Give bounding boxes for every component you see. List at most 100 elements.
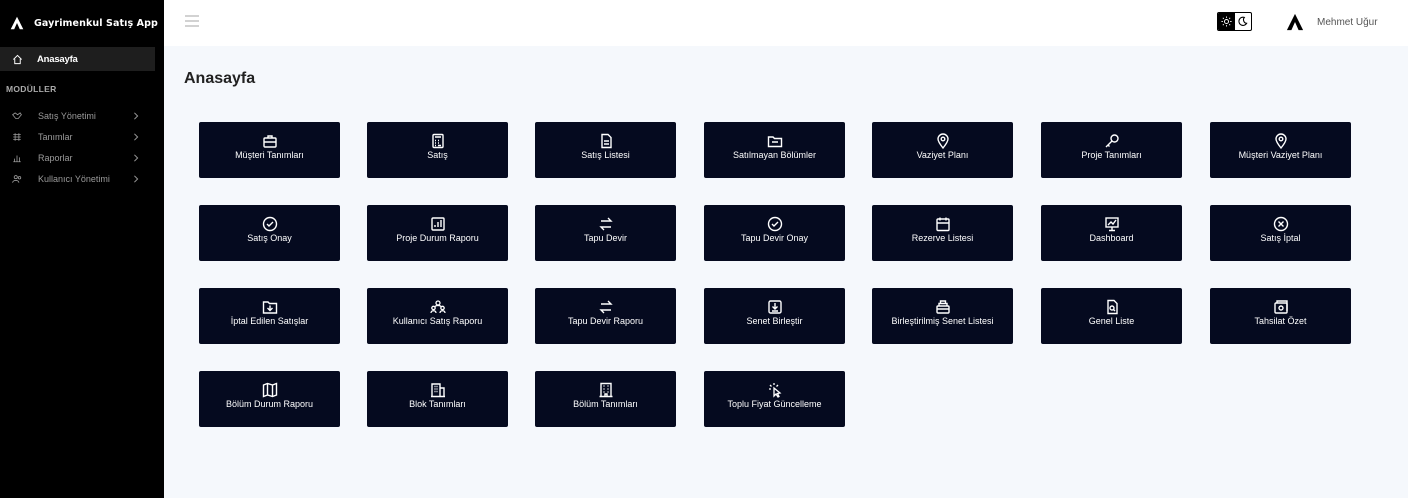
folder-download-icon [262, 301, 277, 314]
tile-label: Satış Onay [247, 233, 292, 243]
building-icon [599, 382, 612, 398]
tile-dashboard[interactable]: Dashboard [1041, 205, 1182, 261]
merge-download-icon [767, 300, 782, 314]
tile-label: Birleştirilmiş Senet Listesi [891, 316, 994, 326]
tile-kullanici-satis-raporu[interactable]: Kullanıcı Satış Raporu [367, 288, 508, 344]
bar-chart-icon [430, 217, 445, 231]
key-icon [1105, 134, 1119, 148]
tile-satis-onay[interactable]: Satış Onay [199, 205, 340, 261]
tile-label: Senet Birleştir [746, 316, 803, 326]
tile-label: Vaziyet Planı [916, 150, 969, 160]
sidebar: Gayrimenkul Satış App Anasayfa MODÜLLER … [0, 0, 164, 498]
presentation-chart-icon [1104, 217, 1119, 232]
tile-label: Satılmayan Bölümler [732, 150, 817, 160]
check-circle-icon [767, 216, 782, 232]
sidebar-section-title: MODÜLLER [6, 84, 57, 94]
tile-label: Dashboard [1089, 233, 1134, 243]
sidebar-item-satis-yonetimi[interactable]: Satış Yönetimi [0, 105, 164, 126]
sidebar-item-label: Satış Yönetimi [38, 110, 96, 121]
sidebar-item-kullanici-yonetimi[interactable]: Kullanıcı Yönetimi [0, 168, 164, 189]
tile-proje-tanimlari[interactable]: Proje Tanımları [1041, 122, 1182, 178]
hamburger-menu-icon[interactable] [185, 15, 199, 27]
tile-vaziyet-plani[interactable]: Vaziyet Planı [872, 122, 1013, 178]
document-search-icon [1106, 299, 1118, 315]
home-icon [13, 54, 22, 64]
tile-label: Satış Listesi [581, 150, 630, 160]
money-icon [1273, 300, 1288, 314]
app-title: Gayrimenkul Satış App [34, 17, 158, 29]
tile-tapu-devir-onay[interactable]: Tapu Devir Onay [704, 205, 845, 261]
top-bar: Mehmet Uğur [164, 0, 1408, 46]
tile-label: Tapu Devir Onay [740, 233, 809, 243]
tile-proje-durum-raporu[interactable]: Proje Durum Raporu [367, 205, 508, 261]
tile-label: Müşteri Tanımları [235, 150, 304, 160]
tile-iptal-edilen-satislar[interactable]: İptal Edilen Satışlar [199, 288, 340, 344]
tile-musteri-tanimlari[interactable]: Müşteri Tanımları [199, 122, 340, 178]
tile-tahsilat-ozet[interactable]: Tahsilat Özet [1210, 288, 1351, 344]
tile-label: Satış [427, 150, 448, 160]
tile-label: Tapu Devir [583, 233, 628, 243]
sidebar-item-label: Kullanıcı Yönetimi [38, 173, 110, 184]
moon-icon [1238, 16, 1248, 26]
sidebar-item-label: Tanımlar [38, 131, 73, 142]
sidebar-item-anasayfa[interactable]: Anasayfa [0, 47, 155, 71]
tile-label: Genel Liste [1088, 316, 1135, 326]
grid-icon [13, 132, 21, 141]
tile-bolum-tanimlari[interactable]: Bölüm Tanımları [535, 371, 676, 427]
theme-light-button[interactable] [1218, 13, 1235, 30]
bar-chart-icon [13, 155, 21, 162]
user-avatar-logo-icon[interactable] [1286, 12, 1304, 32]
tile-label: Proje Tanımları [1081, 150, 1142, 160]
check-circle-icon [262, 216, 277, 232]
calculator-icon [431, 133, 444, 149]
tile-label: Proje Durum Raporu [396, 233, 479, 243]
users-icon [12, 174, 22, 183]
stack-icon [935, 300, 950, 314]
briefcase-icon [262, 135, 277, 148]
location-pin-icon [1274, 133, 1287, 149]
tile-label: Satış İptal [1260, 233, 1301, 243]
tile-label: Toplu Fiyat Güncelleme [727, 399, 822, 409]
tile-toplu-fiyat-guncelleme[interactable]: Toplu Fiyat Güncelleme [704, 371, 845, 427]
sun-icon [1221, 16, 1232, 27]
tile-satilmayan-bolumler[interactable]: Satılmayan Bölümler [704, 122, 845, 178]
tile-genel-liste[interactable]: Genel Liste [1041, 288, 1182, 344]
brand[interactable]: Gayrimenkul Satış App [0, 0, 164, 46]
chevron-right-icon [134, 174, 139, 183]
tile-satis-listesi[interactable]: Satış Listesi [535, 122, 676, 178]
handshake-icon [12, 111, 22, 119]
building-icon [430, 383, 445, 398]
tile-label: Kullanıcı Satış Raporu [392, 316, 483, 326]
tile-tapu-devir-raporu[interactable]: Tapu Devir Raporu [535, 288, 676, 344]
calendar-icon [935, 217, 950, 232]
sidebar-item-label: Anasayfa [37, 53, 78, 65]
tile-label: Rezerve Listesi [911, 233, 974, 243]
tile-label: Tahsilat Özet [1254, 316, 1307, 326]
tile-senet-birlestir[interactable]: Senet Birleştir [704, 288, 845, 344]
chevron-right-icon [134, 132, 139, 141]
location-pin-icon [936, 133, 949, 149]
tile-satis[interactable]: Satış [367, 122, 508, 178]
tile-label: Müşteri Vaziyet Planı [1238, 150, 1323, 160]
theme-toggle[interactable] [1217, 12, 1252, 31]
tile-musteri-vaziyet-plani[interactable]: Müşteri Vaziyet Planı [1210, 122, 1351, 178]
x-circle-icon [1273, 216, 1288, 232]
sidebar-item-raporlar[interactable]: Raporlar [0, 147, 164, 168]
tile-blok-tanimlari[interactable]: Blok Tanımları [367, 371, 508, 427]
tile-satis-iptal[interactable]: Satış İptal [1210, 205, 1351, 261]
cursor-click-icon [768, 383, 781, 398]
tile-label: Bölüm Tanımları [573, 399, 638, 409]
theme-dark-button[interactable] [1235, 13, 1252, 30]
app-logo-icon [10, 16, 24, 30]
chevron-right-icon [134, 153, 139, 162]
tile-label: Blok Tanımları [409, 399, 466, 409]
sidebar-item-tanimlar[interactable]: Tanımlar [0, 126, 164, 147]
tile-rezerve-listesi[interactable]: Rezerve Listesi [872, 205, 1013, 261]
user-name[interactable]: Mehmet Uğur [1317, 17, 1378, 28]
folder-icon [767, 136, 782, 148]
tile-bolum-durum-raporu[interactable]: Bölüm Durum Raporu [199, 371, 340, 427]
tile-birlestirilmis-senet-listesi[interactable]: Birleştirilmiş Senet Listesi [872, 288, 1013, 344]
tile-tapu-devir[interactable]: Tapu Devir [535, 205, 676, 261]
sidebar-item-label: Raporlar [38, 152, 73, 163]
tile-label: Tapu Devir Raporu [567, 316, 644, 326]
